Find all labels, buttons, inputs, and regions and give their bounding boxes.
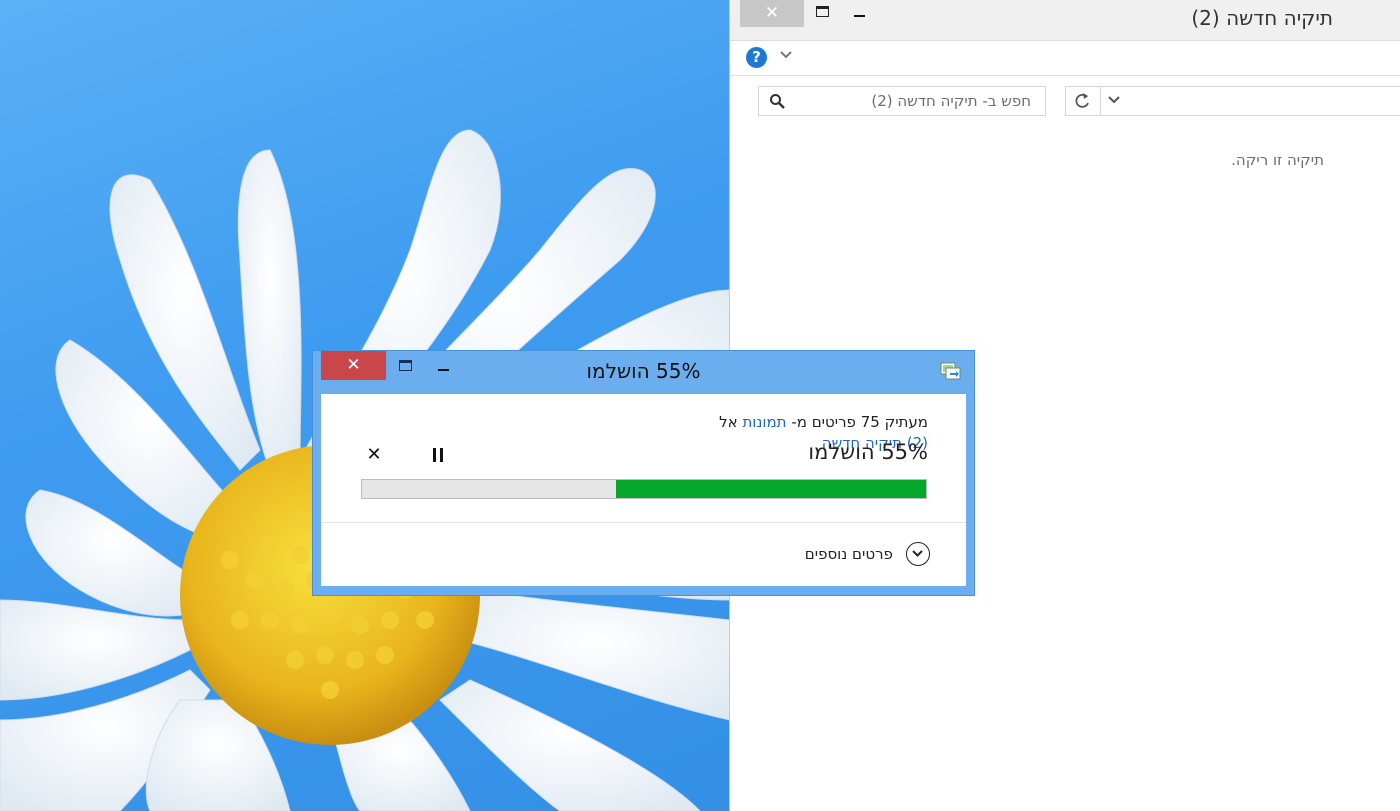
chevron-down-circle-icon[interactable] [906,542,930,566]
copy-middle-text: אל [719,413,738,431]
pause-copy-button[interactable] [433,448,445,462]
more-details-label: פרטים נוספים [804,545,893,563]
dialog-title: 55% הושלמו [586,359,701,383]
explorer-window-title: תיקיה חדשה (2) [1191,6,1333,30]
empty-folder-message: תיקיה זו ריקה. [1231,151,1324,169]
progress-bar [361,479,927,499]
copy-files-icon [940,362,961,380]
search-input[interactable] [791,87,1031,115]
explorer-titlebar: ✕ תיקיה חדשה (2) [730,0,1400,41]
explorer-close-button[interactable]: ✕ [740,0,804,27]
percent-complete-label: 55% הושלמו [808,440,928,464]
refresh-icon [1075,93,1089,108]
address-dropdown-chevron-icon[interactable] [1102,87,1126,115]
explorer-ribbon: ? [730,41,1400,76]
source-folder-link[interactable]: תמונות [742,413,786,431]
cancel-copy-button[interactable]: ✕ [365,444,383,465]
ribbon-expand-chevron-icon[interactable] [780,49,792,63]
dialog-body: מעתיק 75 פריטים מ- תמונות אל (2) תיקיה ח… [321,394,966,586]
copy-prefix-text: מעתיק 75 פריטים מ- [791,413,928,431]
search-box[interactable] [758,86,1046,116]
copy-description: מעתיק 75 פריטים מ- תמונות אל [719,413,928,431]
progress-bar-fill [616,480,926,498]
search-icon[interactable] [769,93,785,109]
explorer-minimize-button[interactable] [854,15,865,17]
dialog-divider [321,522,966,523]
address-bar[interactable] [1065,86,1400,116]
more-details-toggle[interactable]: פרטים נוספים [805,542,930,568]
refresh-button[interactable] [1066,87,1101,115]
help-icon[interactable]: ? [746,47,767,68]
explorer-maximize-button[interactable] [816,6,829,17]
copy-progress-dialog: ✕ 55% הושלמו מעתיק 75 פריטים מ- תמונות א… [312,350,975,596]
